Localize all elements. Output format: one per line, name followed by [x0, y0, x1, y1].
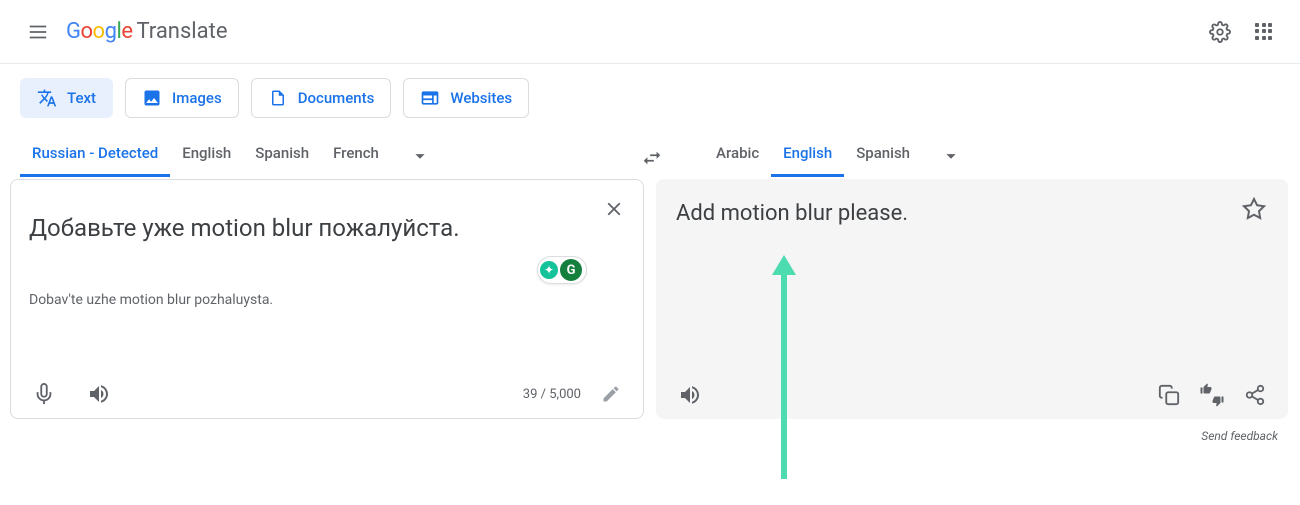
- listen-target-button[interactable]: [678, 383, 702, 407]
- document-icon: [268, 88, 288, 108]
- send-feedback-link[interactable]: Send feedback: [0, 419, 1300, 443]
- close-icon: [603, 198, 625, 220]
- header: Google Translate: [0, 0, 1300, 64]
- source-language-bar: Russian - Detected English Spanish Frenc…: [20, 144, 640, 177]
- mode-documents-label: Documents: [298, 89, 375, 107]
- source-text-input[interactable]: Добавьте уже motion blur пожалуйста.: [11, 180, 643, 246]
- mode-documents[interactable]: Documents: [251, 78, 392, 118]
- grammarly-plus-icon: ✦: [540, 261, 558, 279]
- target-lang-english[interactable]: English: [771, 144, 844, 177]
- listen-source-button[interactable]: [87, 382, 111, 406]
- target-language-bar: Arabic English Spanish: [704, 144, 962, 177]
- logo[interactable]: Google Translate: [66, 19, 227, 44]
- menu-icon: [27, 21, 49, 43]
- keyboard-button[interactable]: [601, 384, 621, 404]
- character-count: 39 / 5,000: [523, 387, 581, 402]
- source-footer: 39 / 5,000: [11, 382, 643, 406]
- main-menu-button[interactable]: [18, 12, 58, 52]
- mode-text[interactable]: Text: [20, 78, 113, 118]
- thumbs-icon: [1200, 383, 1224, 407]
- settings-button[interactable]: [1200, 12, 1240, 52]
- apps-grid-icon: [1255, 23, 1273, 41]
- grammarly-logo-icon: G: [560, 259, 582, 281]
- google-logo: Google: [66, 19, 132, 44]
- google-apps-button[interactable]: [1244, 12, 1284, 52]
- translate-icon: [37, 88, 57, 108]
- target-lang-more[interactable]: [940, 147, 962, 175]
- mode-tabs: Text Images Documents Websites: [0, 64, 1300, 118]
- share-icon: [1244, 384, 1266, 406]
- voice-input-button[interactable]: [33, 382, 55, 406]
- copy-translation-button[interactable]: [1158, 384, 1180, 406]
- target-panel: Add motion blur please.: [656, 179, 1288, 419]
- image-icon: [142, 88, 162, 108]
- mode-text-label: Text: [67, 89, 96, 107]
- source-lang-spanish[interactable]: Spanish: [243, 144, 321, 177]
- chevron-down-icon: [940, 145, 962, 167]
- gear-icon: [1209, 21, 1231, 43]
- rate-translation-button[interactable]: [1200, 383, 1224, 407]
- translation-output: Add motion blur please.: [656, 179, 1288, 226]
- swap-languages-button[interactable]: [632, 138, 672, 178]
- product-name: Translate: [136, 19, 227, 44]
- pencil-icon: [601, 384, 621, 404]
- speaker-icon: [678, 383, 702, 407]
- star-icon: [1242, 197, 1266, 221]
- mode-websites[interactable]: Websites: [403, 78, 529, 118]
- speaker-icon: [87, 382, 111, 406]
- language-selectors: Russian - Detected English Spanish Frenc…: [0, 118, 1300, 177]
- share-translation-button[interactable]: [1244, 384, 1266, 406]
- source-lang-english[interactable]: English: [170, 144, 243, 177]
- mode-websites-label: Websites: [450, 89, 512, 107]
- target-lang-spanish[interactable]: Spanish: [844, 144, 922, 177]
- translate-panels: Добавьте уже motion blur пожалуйста. ✦ G…: [0, 177, 1300, 419]
- microphone-icon: [33, 383, 55, 405]
- source-lang-french[interactable]: French: [321, 144, 391, 177]
- copy-icon: [1158, 384, 1180, 406]
- website-icon: [420, 88, 440, 108]
- source-lang-detected[interactable]: Russian - Detected: [20, 144, 170, 177]
- mode-images-label: Images: [172, 89, 222, 107]
- source-panel: Добавьте уже motion blur пожалуйста. ✦ G…: [10, 179, 644, 419]
- grammarly-widget[interactable]: ✦ G: [537, 256, 587, 284]
- mode-images[interactable]: Images: [125, 78, 239, 118]
- swap-icon: [641, 147, 663, 169]
- target-footer: [656, 383, 1288, 407]
- clear-source-button[interactable]: [603, 198, 625, 220]
- target-lang-arabic[interactable]: Arabic: [704, 144, 771, 177]
- save-translation-button[interactable]: [1242, 197, 1266, 221]
- chevron-down-icon: [409, 145, 431, 167]
- source-lang-more[interactable]: [409, 147, 431, 175]
